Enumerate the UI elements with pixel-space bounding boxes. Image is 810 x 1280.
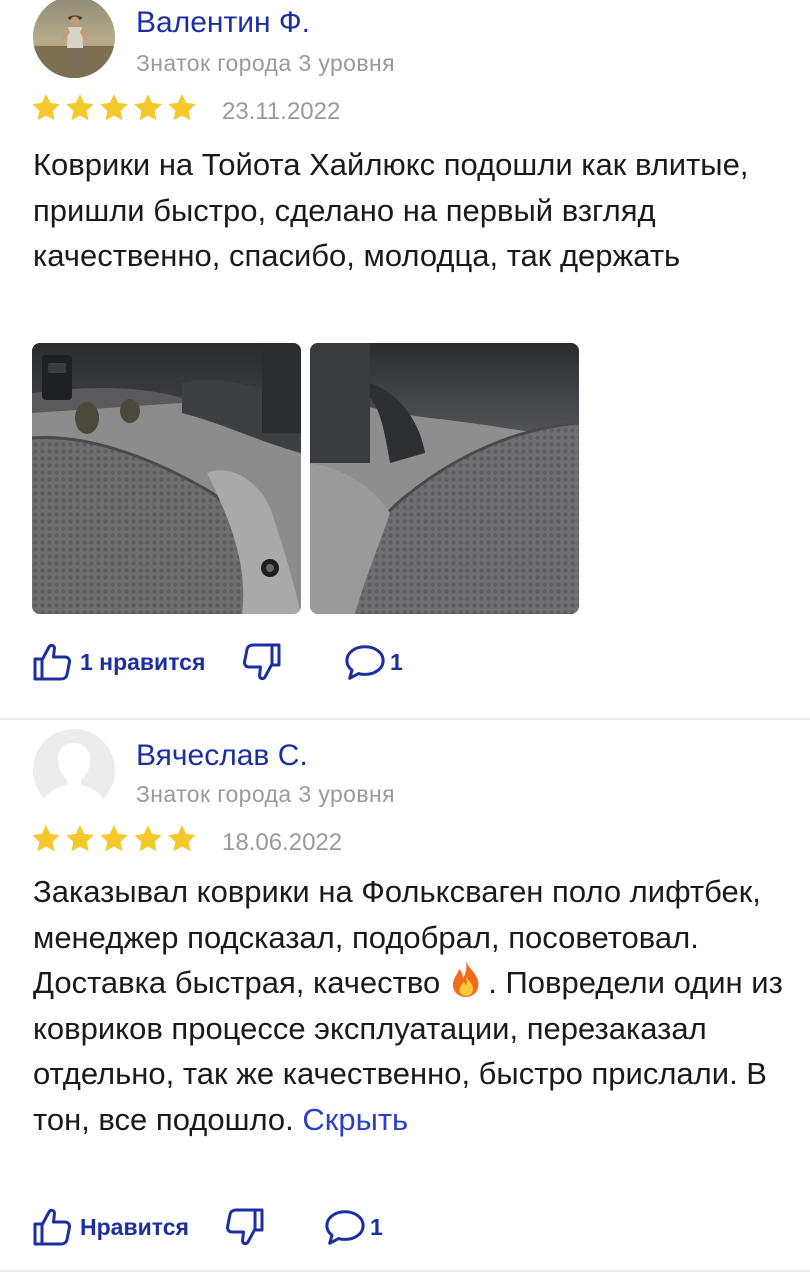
author-avatar[interactable]: [33, 729, 115, 811]
star-icon: [132, 92, 164, 124]
comments-button[interactable]: 1: [344, 640, 403, 684]
star-icon: [30, 823, 62, 855]
like-label: 1 нравится: [80, 648, 206, 675]
comments-count: 1: [370, 1213, 383, 1240]
divider: [0, 718, 810, 720]
default-user-avatar-icon: [33, 729, 115, 811]
review-card: Вячеслав С. Знаток города 3 уровня 18.06…: [0, 725, 810, 1265]
car-floor-mat-photo-icon: [32, 343, 301, 614]
fire-emoji-icon: [453, 961, 479, 998]
thumbs-up-icon: [32, 1207, 72, 1247]
collapse-link[interactable]: Скрыть: [302, 1102, 408, 1137]
star-icon: [64, 823, 96, 855]
review-date: 18.06.2022: [222, 829, 343, 856]
comment-icon: [324, 1207, 366, 1247]
like-button[interactable]: Нравится: [32, 1205, 189, 1249]
dislike-button[interactable]: [225, 1205, 265, 1249]
rating-stars: [30, 92, 198, 124]
star-icon: [132, 823, 164, 855]
thumbs-down-icon: [225, 1207, 265, 1247]
author-level: Знаток города 3 уровня: [136, 50, 395, 76]
author-avatar[interactable]: [33, 0, 115, 78]
rating-stars: [30, 823, 198, 855]
review-photo[interactable]: [310, 343, 579, 614]
star-icon: [98, 92, 130, 124]
review-photos: [32, 343, 580, 614]
car-floor-mat-photo-icon: [310, 343, 579, 614]
star-icon: [166, 823, 198, 855]
review-date: 23.11.2022: [222, 98, 341, 125]
star-icon: [98, 823, 130, 855]
dislike-button[interactable]: [242, 640, 282, 684]
review-text: Коврики на Тойота Хайлюкс подошли как вл…: [33, 147, 749, 274]
like-button[interactable]: 1 нравится: [32, 640, 205, 684]
star-icon: [64, 92, 96, 124]
comments-count: 1: [390, 648, 403, 675]
comments-button[interactable]: 1: [324, 1205, 383, 1249]
author-name[interactable]: Валентин Ф.: [136, 6, 310, 40]
like-label: Нравится: [80, 1213, 189, 1240]
thumbs-down-icon: [242, 642, 282, 682]
thumbs-up-icon: [32, 642, 72, 682]
comment-icon: [344, 642, 386, 682]
review-photo[interactable]: [32, 343, 301, 614]
person-photo-icon: [33, 0, 115, 78]
review-card: Валентин Ф. Знаток города 3 уровня 23.11…: [0, 0, 810, 720]
star-icon: [30, 92, 62, 124]
review-text: Заказывал коврики на Фольксваген поло ли…: [33, 869, 793, 1143]
divider: [0, 1270, 810, 1272]
author-name[interactable]: Вячеслав С.: [136, 739, 308, 773]
star-icon: [166, 92, 198, 124]
author-level: Знаток города 3 уровня: [136, 781, 395, 807]
